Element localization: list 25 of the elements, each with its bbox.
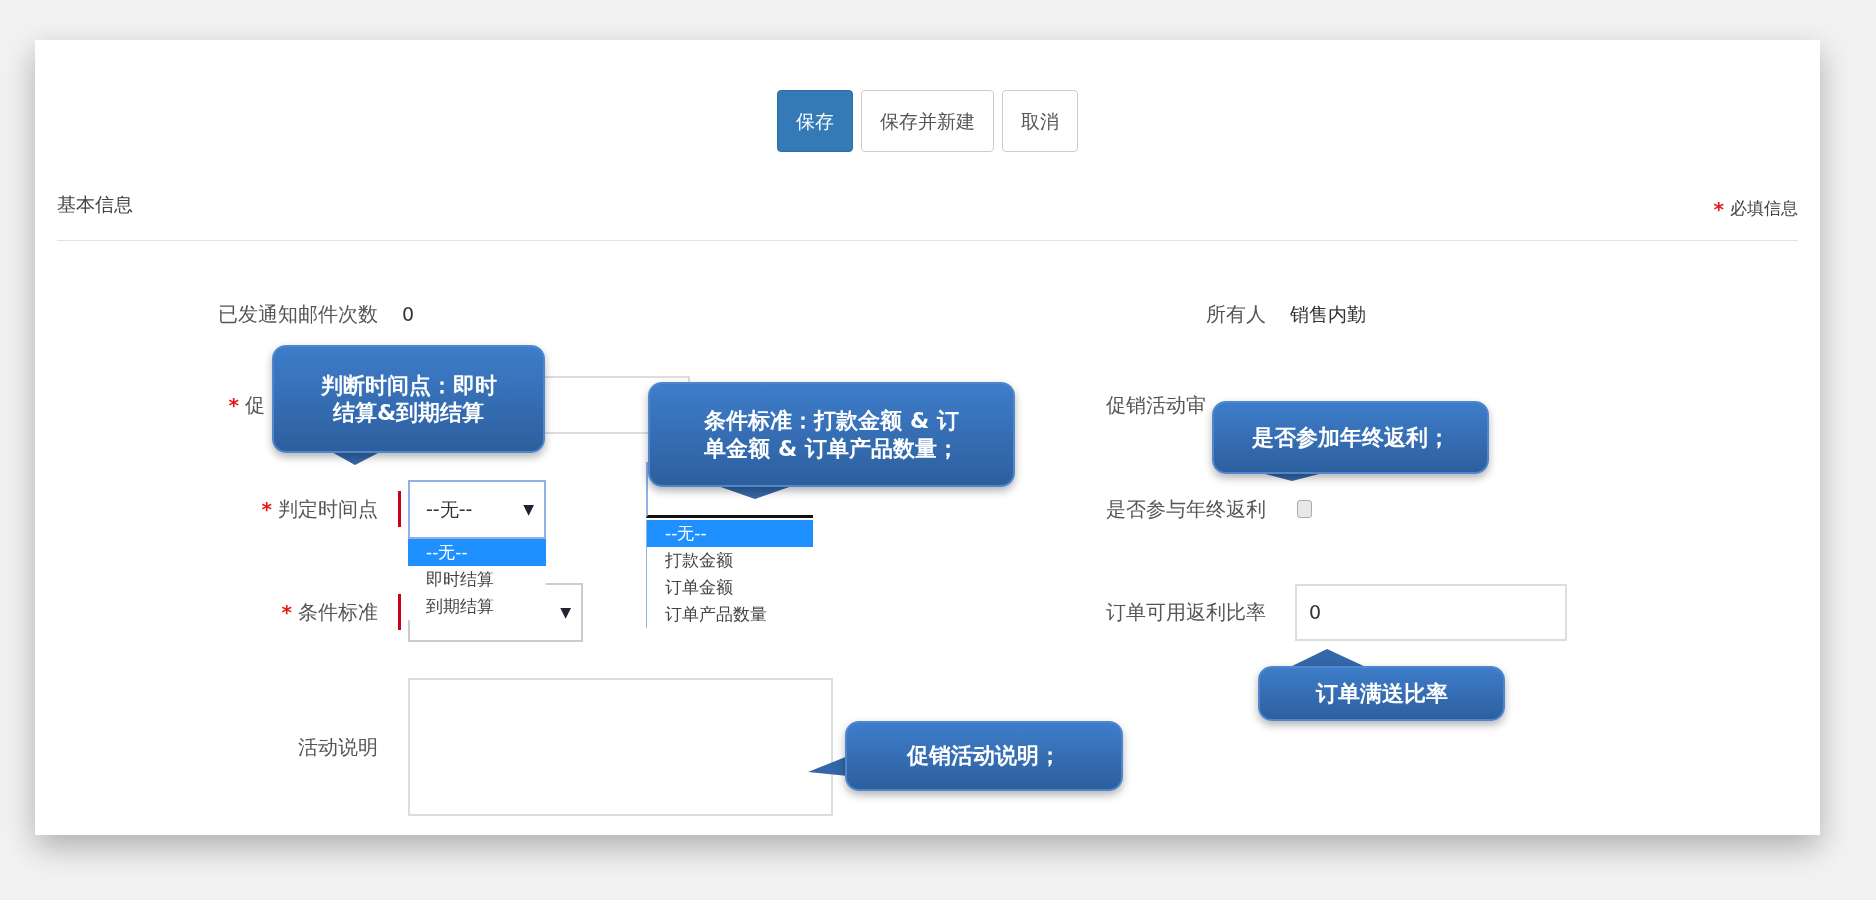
field-label: 所有人: [1205, 301, 1266, 328]
callout-tooltip: 订单满送比率: [1258, 666, 1505, 721]
callout-tooltip: 是否参加年终返利；: [1212, 401, 1489, 474]
callout-tooltip: 促销活动说明；: [845, 721, 1123, 791]
field-label: 订单可用返利比率: [1105, 599, 1266, 626]
caret-icon: ▼: [560, 601, 571, 623]
field-label: 活动说明: [298, 735, 378, 759]
field-label: 促: [245, 393, 265, 417]
required-mark: *: [261, 497, 272, 521]
field-value: 销售内勤: [1290, 301, 1366, 327]
select-value: --无--: [426, 496, 473, 522]
required-note: 必填信息: [1730, 197, 1798, 221]
required-mark: *: [1713, 196, 1724, 223]
field-label: 是否参与年终返利: [1105, 496, 1266, 523]
field-label: 条件标准: [298, 600, 378, 624]
field-label: 促销活动审: [1106, 392, 1207, 419]
field-label: 判定时间点: [278, 497, 378, 521]
section-title: 基本信息: [57, 192, 133, 217]
caret-icon: ▼: [523, 498, 534, 520]
field-value: 0: [402, 301, 415, 327]
required-mark: *: [228, 393, 239, 417]
field-label: 已发通知邮件次数: [218, 302, 378, 326]
callout-tooltip: 条件标准：打款金额 & 订 单金额 & 订单产品数量；: [648, 382, 1015, 487]
callout-tooltip: 判断时间点：即时 结算&到期结算: [272, 345, 545, 453]
required-mark: *: [281, 600, 292, 624]
